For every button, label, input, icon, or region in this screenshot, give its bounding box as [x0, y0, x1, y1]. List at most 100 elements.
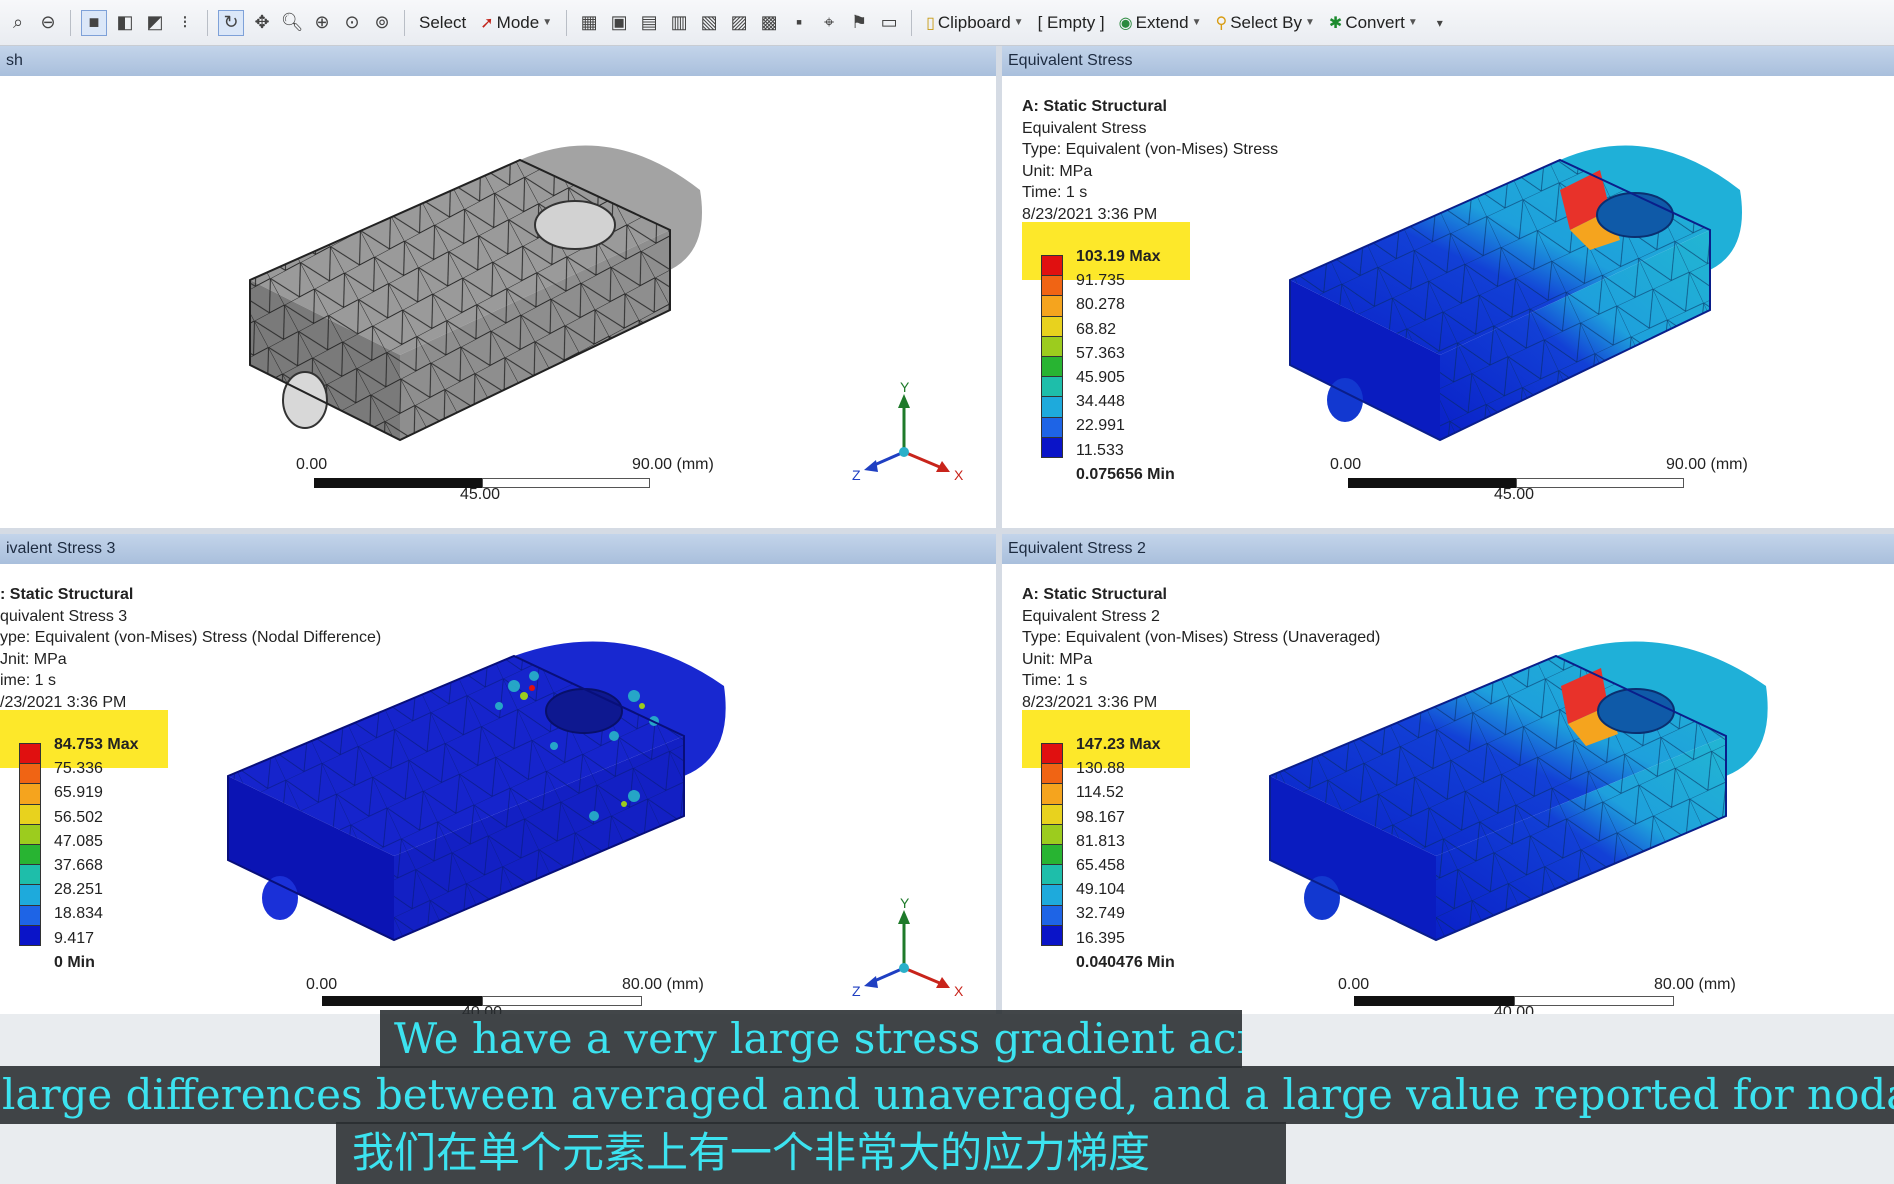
chevron-down-icon: ▼ — [1013, 17, 1024, 28]
legend-color-band — [19, 924, 41, 946]
toolbar-separator — [911, 9, 913, 36]
main-toolbar: ⌕ ⊖ ■ ◧ ◩ ⁝ ↻ ✥ 🔍︎ ⊕ ⊙ ⊚ Select ➚ Mode ▼ ▦… — [0, 0, 1894, 46]
legend-color-band — [1041, 783, 1063, 805]
magnifier-icon[interactable]: ⊚ — [370, 11, 394, 35]
vertex-select-icon[interactable]: ⁝ — [173, 11, 197, 35]
zoom-to-fit-icon[interactable]: ⊙ — [340, 11, 364, 35]
axis-z-label: Z — [852, 983, 861, 999]
stress-model[interactable] — [1270, 130, 1750, 450]
legend-color-band — [1041, 742, 1063, 765]
legend-color-band — [1041, 924, 1063, 946]
extend-dropdown[interactable]: ◉ Extend ▼ — [1115, 13, 1206, 33]
select-all-icon[interactable]: ▩ — [757, 11, 781, 35]
select-edges-icon[interactable]: ▥ — [667, 11, 691, 35]
legend-tick-label: 49.104 — [1076, 881, 1125, 899]
legend-color-band — [19, 803, 41, 825]
analysis-title: A: Static Structural — [1022, 586, 1167, 603]
body-select-icon[interactable]: ■ — [81, 9, 107, 36]
extend-icon: ◉ — [1118, 14, 1133, 32]
legend-min-label: 0 Min — [54, 953, 95, 971]
legend-color-band — [1041, 763, 1063, 785]
legend-color-band — [19, 742, 41, 765]
zoom-fit-icon[interactable]: ⌕ — [6, 11, 30, 35]
select-button[interactable]: Select — [415, 13, 470, 33]
result-info: A: Static Structural Equivalent Stress T… — [1022, 96, 1278, 225]
mesh-model[interactable] — [230, 130, 710, 450]
result-name: Equivalent Stress 2 — [1022, 607, 1160, 625]
viewport-equivalent-stress-2[interactable]: Equivalent Stress 2 A: Static Structural… — [1002, 534, 1894, 1014]
axis-triad[interactable]: Y X Z — [850, 898, 970, 1008]
legend-tick-label: 11.533 — [1076, 441, 1124, 459]
label-icon[interactable]: ⚑ — [847, 11, 871, 35]
stress-model[interactable] — [1256, 626, 1776, 946]
scale-left-label: 0.00 — [306, 976, 338, 993]
select-elements-icon[interactable]: ▨ — [727, 11, 751, 35]
stress-model[interactable] — [214, 626, 734, 946]
mode-label: Mode — [496, 12, 540, 32]
clipboard-dropdown[interactable]: ▯ Clipboard ▼ — [922, 13, 1027, 33]
viewport-header: sh — [0, 46, 996, 76]
legend-tick-label: 9.417 — [54, 929, 95, 947]
edge-select-icon[interactable]: ◩ — [143, 11, 167, 35]
axis-y-label: Y — [900, 898, 910, 911]
legend-color-band — [1041, 864, 1063, 886]
viewport-mesh[interactable]: sh 0.00 90.00 (mm) 45.00 Y X Z — [0, 46, 996, 528]
viewport-equivalent-stress-3[interactable]: ivalent Stress 3 : Static Structural qui… — [0, 534, 996, 1014]
scale-right-label: 80.00 (mm) — [622, 976, 704, 993]
tag-icon[interactable]: ⌖ — [817, 11, 841, 35]
legend-color-band — [1041, 295, 1063, 317]
legend-tick-label: 22.991 — [1076, 417, 1125, 435]
select-by-icon: ⚲ — [1215, 14, 1228, 32]
result-unit: Unit: MPa — [1022, 162, 1093, 180]
legend-tick-label: 68.82 — [1076, 320, 1117, 338]
scale-mid-label: 45.00 — [1494, 486, 1535, 503]
select-body-icon[interactable]: ▣ — [607, 11, 631, 35]
legend-color-band — [1041, 396, 1063, 418]
legend-max-label: 84.753 Max — [54, 736, 139, 753]
analysis-title: A: Static Structural — [1022, 98, 1167, 115]
toolbar-overflow-icon[interactable]: ▾ — [1428, 11, 1452, 35]
scale-left-label: 0.00 — [1338, 976, 1370, 993]
legend-tick-label: 56.502 — [54, 808, 103, 826]
select-mesh-icon[interactable]: ▦ — [577, 11, 601, 35]
legend-min-label: 0.040476 Min — [1076, 953, 1175, 971]
legend-color-band — [1041, 823, 1063, 845]
pan-icon[interactable]: ✥ — [250, 11, 274, 35]
axis-triad[interactable]: Y X Z — [850, 382, 970, 492]
axis-z-label: Z — [852, 467, 861, 483]
legend-color-band — [1041, 254, 1063, 277]
select-nodes-icon[interactable]: ▧ — [697, 11, 721, 35]
select-faces-icon[interactable]: ▤ — [637, 11, 661, 35]
scale-left-label: 0.00 — [296, 456, 328, 473]
convert-dropdown[interactable]: ✱ Convert ▼ — [1325, 13, 1422, 33]
mode-dropdown[interactable]: ➚ Mode ▼ — [476, 13, 556, 33]
convert-label: Convert — [1345, 12, 1405, 32]
toolbar-separator — [70, 9, 71, 36]
viewport-header: Equivalent Stress — [1002, 46, 1894, 76]
table-icon[interactable]: ▭ — [877, 11, 901, 35]
box-zoom-icon[interactable]: ⊕ — [310, 11, 334, 35]
result-type: Type: Equivalent (von-Mises) Stress — [1022, 141, 1279, 158]
scale-right-label: 90.00 (mm) — [1666, 456, 1748, 473]
rotate-icon[interactable]: ↻ — [218, 9, 244, 36]
scale-right-label: 80.00 (mm) — [1654, 976, 1736, 993]
legend-tick-label: 80.278 — [1076, 296, 1125, 314]
convert-icon: ✱ — [1328, 14, 1343, 32]
scale-mid-label: 40.00 — [1494, 1004, 1535, 1014]
axis-x-label: X — [954, 983, 964, 999]
legend-color-band — [19, 823, 41, 845]
zoom-out-icon[interactable]: ⊖ — [36, 11, 60, 35]
legend-tick-label: 65.919 — [54, 784, 103, 802]
scale-mid-label: 45.00 — [460, 486, 501, 503]
viewport-splitter-horizontal[interactable] — [0, 528, 1894, 534]
viewport-equivalent-stress[interactable]: Equivalent Stress A: Static Structural E… — [1002, 46, 1894, 528]
select-by-dropdown[interactable]: ⚲ Select By ▼ — [1211, 13, 1318, 33]
zoom-icon[interactable]: 🔍︎ — [280, 11, 304, 35]
legend-color-band — [1041, 275, 1063, 297]
clipboard-icon: ▯ — [926, 14, 935, 32]
select-element-faces-icon[interactable]: ▪ — [787, 11, 811, 35]
legend-min-label: 0.075656 Min — [1076, 465, 1175, 483]
legend-color-band — [1041, 904, 1063, 926]
legend-color-band — [19, 843, 41, 866]
face-select-icon[interactable]: ◧ — [113, 11, 137, 35]
